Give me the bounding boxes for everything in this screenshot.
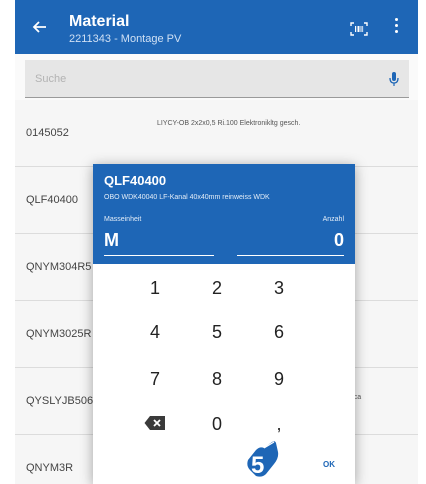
key-7[interactable]: 7 <box>135 364 175 394</box>
key-9[interactable]: 9 <box>259 364 299 394</box>
page-title: Material <box>69 13 130 30</box>
backspace-key[interactable] <box>135 409 175 439</box>
material-description: LIYCY-OB 2x2x0,5 Ri.100 Elektronikltg ge… <box>157 120 301 127</box>
more-options-button[interactable] <box>393 18 399 36</box>
quantity-field[interactable]: 0 <box>237 230 344 256</box>
voice-search-button[interactable] <box>389 72 399 87</box>
key-8[interactable]: 8 <box>197 364 237 394</box>
key-decimal[interactable]: , <box>259 409 299 439</box>
unit-field[interactable]: M <box>104 230 214 256</box>
scan-button[interactable] <box>350 22 368 36</box>
material-code: QNYM304R5 <box>26 261 92 273</box>
dialog-material-description: OBO WDK40040 LF-Kanal 40x40mm reinweiss … <box>104 194 270 201</box>
key-3[interactable]: 3 <box>259 273 299 303</box>
material-code: QNYM3R <box>26 462 74 474</box>
barcode-scan-icon <box>350 22 368 36</box>
quantity-label: Anzahl <box>322 216 344 223</box>
step-number: 5 <box>251 452 264 478</box>
key-4[interactable]: 4 <box>135 317 175 347</box>
material-code: QNYM3025R <box>26 328 92 340</box>
ok-button[interactable]: OK <box>309 450 349 480</box>
key-6[interactable]: 6 <box>259 317 299 347</box>
dialog-header: QLF40400 OBO WDK40040 LF-Kanal 40x40mm r… <box>93 164 355 264</box>
material-code: 0145052 <box>26 127 69 139</box>
key-1[interactable]: 1 <box>135 273 175 303</box>
hand-pointer-icon: 5 <box>247 441 279 479</box>
app-bar: Material 2211343 - Montage PV <box>15 0 418 54</box>
backspace-icon <box>144 416 165 430</box>
step-badge: 5 <box>244 438 282 479</box>
material-code: QYSLYJB506 <box>26 395 94 407</box>
microphone-icon <box>389 72 399 86</box>
quantity-dialog: QLF40400 OBO WDK40040 LF-Kanal 40x40mm r… <box>93 164 355 484</box>
material-code: QLF40400 <box>26 194 78 206</box>
search-input[interactable] <box>25 60 375 98</box>
key-5[interactable]: 5 <box>197 317 237 347</box>
key-0[interactable]: 0 <box>197 409 237 439</box>
dialog-material-code: QLF40400 <box>104 173 167 188</box>
list-item[interactable]: 0145052 LIYCY-OB 2x2x0,5 Ri.100 Elektron… <box>15 100 418 167</box>
page-subtitle: 2211343 - Montage PV <box>69 33 182 45</box>
app-screen: Material 2211343 - Montage PV Suche 0145… <box>15 0 418 484</box>
unit-label: Masseinheit <box>104 216 142 223</box>
key-2[interactable]: 2 <box>197 273 237 303</box>
back-button[interactable] <box>29 16 51 38</box>
arrow-left-icon <box>32 21 46 33</box>
more-vertical-icon <box>393 18 399 33</box>
search-bar <box>25 60 409 98</box>
